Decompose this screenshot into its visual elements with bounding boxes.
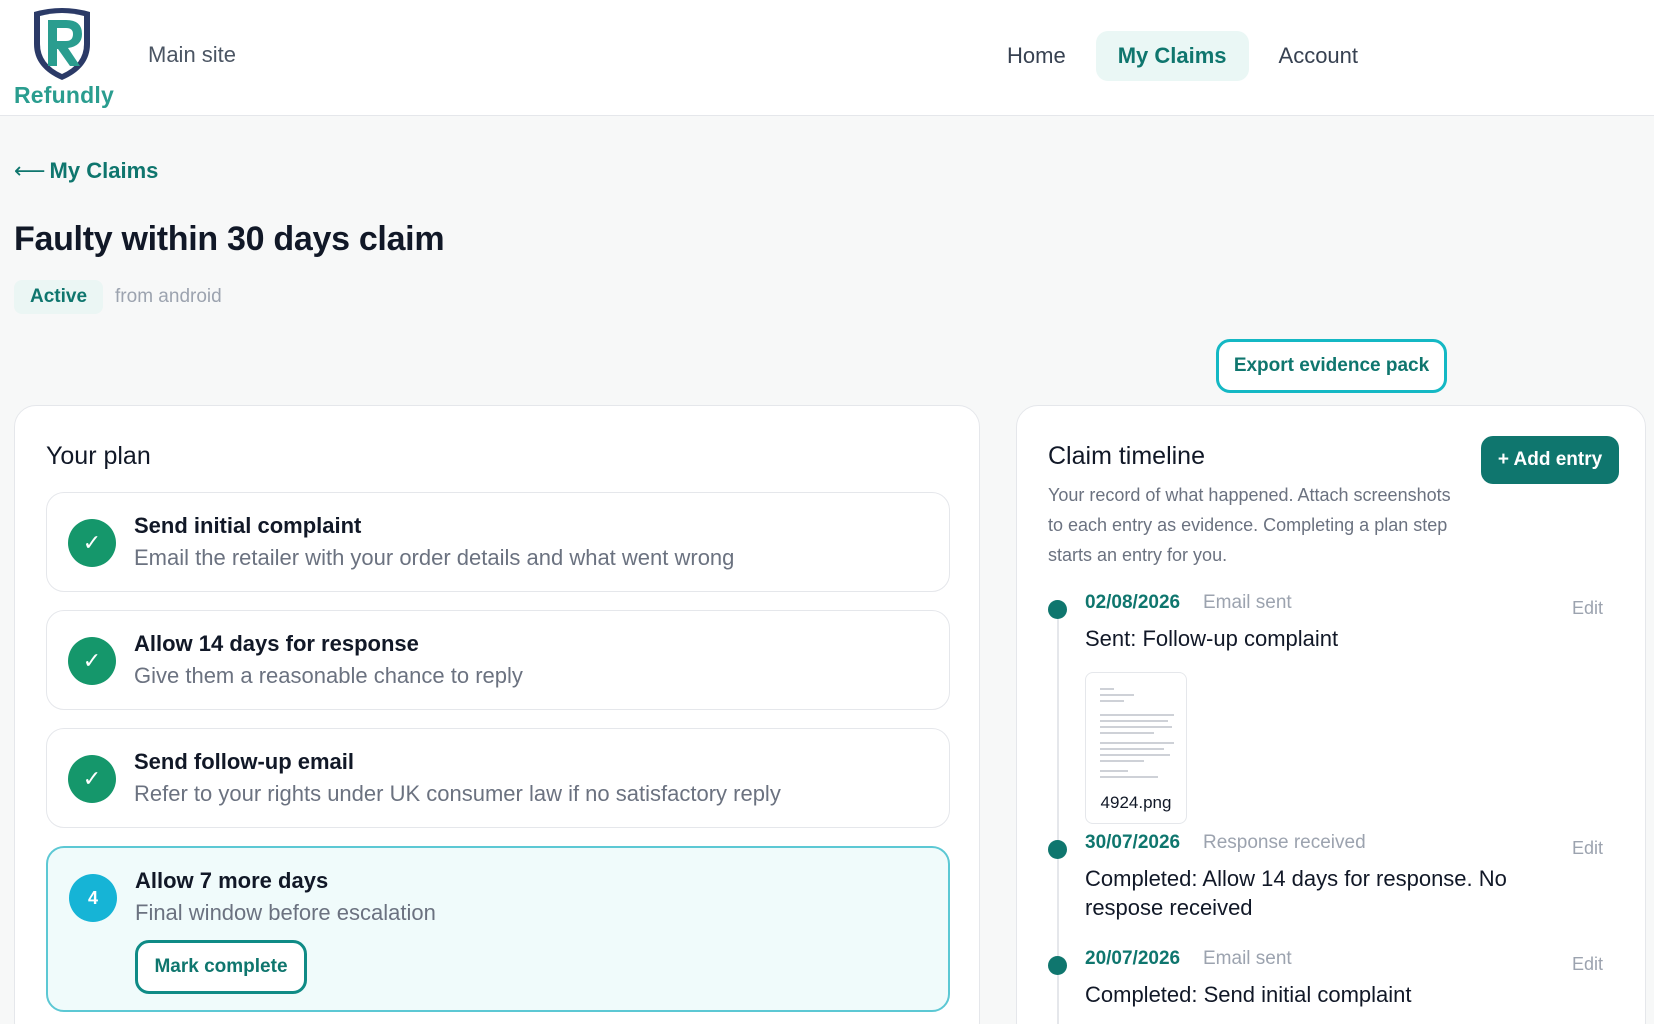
step-title: Allow 7 more days bbox=[135, 868, 329, 893]
timeline-card: Claim timeline + Add entry Your record o… bbox=[1016, 405, 1646, 1024]
plan-step[interactable]: ✓ Send follow-up email Refer to your rig… bbox=[46, 728, 950, 828]
top-header: Refundly Main site Home My Claims Accoun… bbox=[0, 0, 1654, 116]
logo-text: Refundly bbox=[14, 82, 114, 108]
plan-step[interactable]: ✓ Allow 14 days for response Give them a… bbox=[46, 610, 950, 710]
edit-entry-link[interactable]: Edit bbox=[1572, 838, 1603, 859]
step-number-badge: 4 bbox=[69, 874, 117, 922]
back-to-my-claims-link[interactable]: ⟵ My Claims bbox=[14, 158, 158, 184]
edit-entry-link[interactable]: Edit bbox=[1572, 598, 1603, 619]
plan-card: Your plan ✓ Send initial complaint Email… bbox=[14, 405, 980, 1024]
page-title: Faulty within 30 days claim bbox=[14, 220, 445, 258]
plan-title: Your plan bbox=[46, 442, 151, 470]
claim-source: from android bbox=[115, 286, 222, 307]
entry-type: Response received bbox=[1203, 832, 1366, 853]
check-icon: ✓ bbox=[68, 519, 116, 567]
refundly-logo[interactable]: Refundly bbox=[14, 6, 114, 108]
timeline-dot bbox=[1048, 840, 1067, 859]
step-description: Email the retailer with your order detai… bbox=[134, 545, 735, 570]
entry-date: 30/07/2026 bbox=[1085, 832, 1181, 853]
entry-type: Email sent bbox=[1203, 948, 1292, 969]
plan-step[interactable]: ✓ Send initial complaint Email the retai… bbox=[46, 492, 950, 592]
step-title: Allow 14 days for response bbox=[134, 631, 419, 656]
step-description: Give them a reasonable chance to reply bbox=[134, 663, 523, 688]
entry-text: Sent: Follow-up complaint bbox=[1085, 626, 1339, 651]
check-icon: ✓ bbox=[68, 755, 116, 803]
edit-entry-link[interactable]: Edit bbox=[1572, 954, 1603, 975]
nav-home[interactable]: Home bbox=[985, 31, 1088, 81]
plan-step-current[interactable]: 4 Allow 7 more days Final window before … bbox=[46, 846, 950, 1012]
timeline-title: Claim timeline bbox=[1048, 442, 1205, 470]
check-icon: ✓ bbox=[68, 637, 116, 685]
nav-account[interactable]: Account bbox=[1257, 31, 1381, 81]
attachment-thumbnail[interactable]: 4924.png bbox=[1085, 672, 1187, 824]
claim-status-row: Active from android bbox=[14, 280, 222, 314]
status-badge: Active bbox=[14, 280, 104, 314]
nav-my-claims[interactable]: My Claims bbox=[1095, 31, 1249, 81]
mark-complete-button[interactable]: Mark complete bbox=[135, 940, 307, 994]
export-evidence-pack-button[interactable]: Export evidence pack bbox=[1216, 339, 1447, 393]
step-description: Refer to your rights under UK consumer l… bbox=[134, 781, 781, 806]
timeline-dot bbox=[1048, 600, 1067, 619]
document-thumbnail-icon bbox=[1094, 681, 1180, 789]
back-link-label: My Claims bbox=[49, 158, 159, 183]
add-entry-button[interactable]: + Add entry bbox=[1481, 436, 1619, 484]
shield-r-logo-icon bbox=[34, 8, 90, 80]
timeline-description: Your record of what happened. Attach scr… bbox=[1048, 485, 1451, 565]
entry-text: Completed: Allow 14 days for response. N… bbox=[1085, 866, 1507, 920]
main-nav: Home My Claims Account bbox=[985, 31, 1380, 81]
attachment-filename: 4924.png bbox=[1100, 793, 1172, 812]
main-site-link[interactable]: Main site bbox=[148, 42, 236, 68]
entry-type: Email sent bbox=[1203, 592, 1292, 613]
arrow-left-icon: ⟵ bbox=[14, 158, 46, 183]
timeline-dot bbox=[1048, 956, 1067, 975]
entry-date: 02/08/2026 bbox=[1085, 592, 1181, 613]
step-title: Send follow-up email bbox=[134, 749, 355, 774]
entry-text: Completed: Send initial complaint bbox=[1085, 982, 1412, 1007]
entry-date: 20/07/2026 bbox=[1085, 948, 1181, 969]
step-description: Final window before escalation bbox=[135, 900, 436, 925]
step-title: Send initial complaint bbox=[134, 513, 362, 538]
